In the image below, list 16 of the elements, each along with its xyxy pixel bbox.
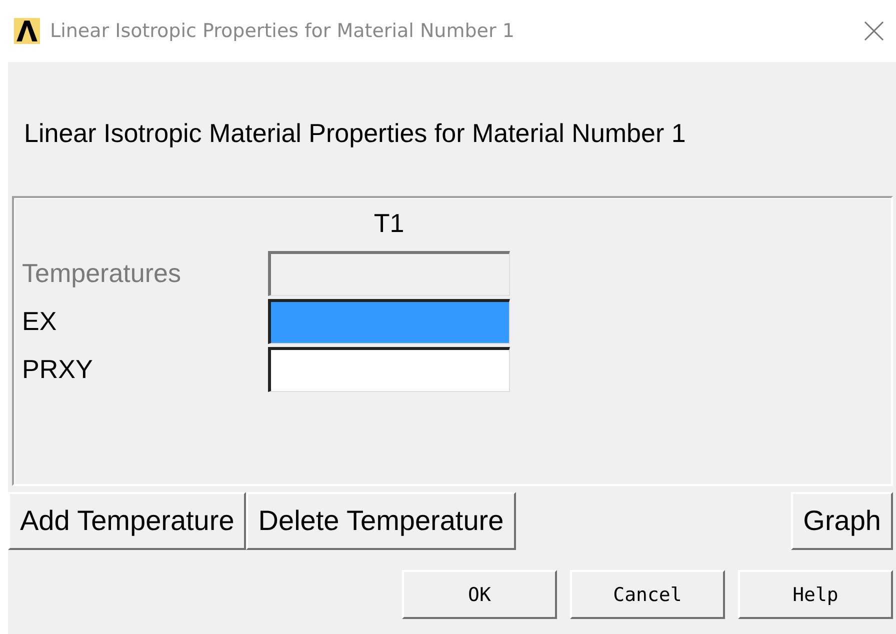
row-label: PRXY xyxy=(22,353,94,386)
input-field[interactable] xyxy=(268,347,510,392)
row-label: EX xyxy=(22,305,58,338)
dialog-button[interactable]: OK xyxy=(402,570,557,619)
graph-button[interactable]: Graph xyxy=(791,492,893,550)
input-field[interactable] xyxy=(268,299,510,344)
window-title: Linear Isotropic Properties for Material Number 1 xyxy=(50,20,516,42)
dialog-button[interactable]: Cancel xyxy=(570,570,725,619)
table-button[interactable]: Add Temperature xyxy=(8,492,246,550)
row-label: Temperatures xyxy=(22,257,182,290)
logo-icon xyxy=(14,18,40,44)
table-button[interactable]: Delete Temperature xyxy=(246,492,516,550)
dialog-button[interactable]: Help xyxy=(738,570,893,619)
dialog-heading: Linear Isotropic Material Properties for Material Number 1 xyxy=(23,117,687,150)
close-icon[interactable] xyxy=(864,21,884,41)
column-header: T1 xyxy=(372,208,406,240)
